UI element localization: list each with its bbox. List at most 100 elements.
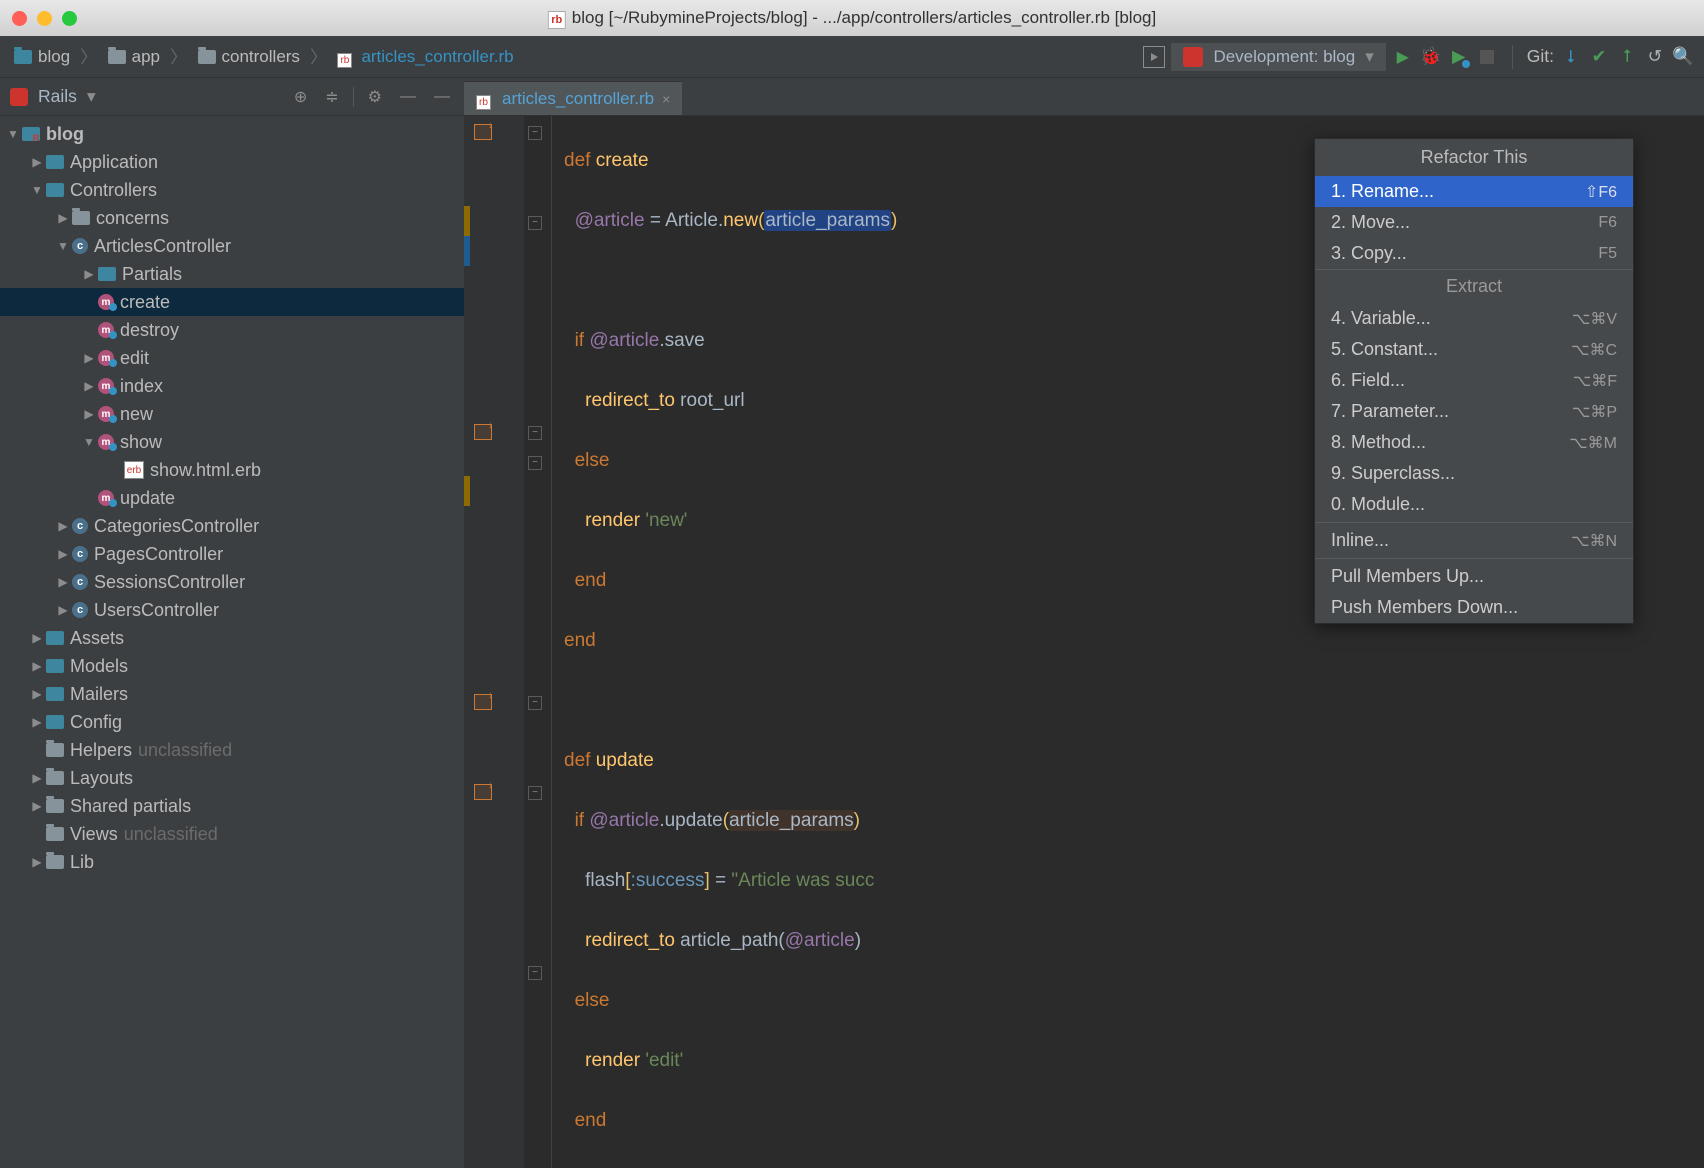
tree-method-edit[interactable]: ▶edit (0, 344, 464, 372)
fold-column[interactable] (524, 116, 552, 1168)
breadcrumb-file[interactable]: articles_controller.rb (333, 44, 517, 70)
tree-method-create[interactable]: create (0, 288, 464, 316)
tree-method-index[interactable]: ▶index (0, 372, 464, 400)
collapse-arrow-icon[interactable]: ▼ (54, 239, 72, 253)
minimize-window-button[interactable] (37, 11, 52, 26)
tree-models[interactable]: ▶Models (0, 652, 464, 680)
tree-config[interactable]: ▶Config (0, 708, 464, 736)
tree-articles-controller[interactable]: ▼cArticlesController (0, 232, 464, 260)
close-tab-button[interactable]: × (662, 91, 670, 107)
expand-arrow-icon[interactable]: ▶ (28, 631, 46, 645)
menu-item-rename[interactable]: 1. Rename...⇧F6 (1315, 176, 1633, 207)
tree-pages-controller[interactable]: ▶cPagesController (0, 540, 464, 568)
debug-button[interactable]: 🐞 (1420, 46, 1442, 68)
expand-arrow-icon[interactable]: ▶ (28, 771, 46, 785)
locate-button[interactable]: ⊕ (290, 83, 311, 111)
menu-item-module[interactable]: 0. Module... (1315, 489, 1633, 520)
expand-arrow-icon[interactable]: ▶ (54, 519, 72, 533)
fold-toggle-icon[interactable] (528, 216, 542, 230)
run-button[interactable]: ▶ (1392, 46, 1414, 68)
expand-arrow-icon[interactable]: ▶ (80, 267, 98, 281)
menu-item-field[interactable]: 6. Field...⌥⌘F (1315, 365, 1633, 396)
tree-file-show-erb[interactable]: erbshow.html.erb (0, 456, 464, 484)
override-gutter-icon[interactable] (474, 424, 492, 440)
breadcrumb-app[interactable]: app (104, 44, 164, 70)
override-gutter-icon[interactable] (474, 124, 492, 140)
tree-sessions-controller[interactable]: ▶cSessionsController (0, 568, 464, 596)
hide-button[interactable]: — (430, 84, 454, 110)
tree-controllers[interactable]: ▼Controllers (0, 176, 464, 204)
tree-method-new[interactable]: ▶new (0, 400, 464, 428)
tree-shared-partials[interactable]: ▶Shared partials (0, 792, 464, 820)
expand-arrow-icon[interactable]: ▶ (28, 155, 46, 169)
project-tree[interactable]: ▼Rblog ▶Application ▼Controllers ▶concer… (0, 116, 464, 1168)
tree-users-controller[interactable]: ▶cUsersController (0, 596, 464, 624)
tree-helpers[interactable]: Helpersunclassified (0, 736, 464, 764)
tree-mailers[interactable]: ▶Mailers (0, 680, 464, 708)
expand-arrow-icon[interactable]: ▶ (28, 855, 46, 869)
menu-item-superclass[interactable]: 9. Superclass... (1315, 458, 1633, 489)
coverage-button[interactable]: ▶ (1448, 46, 1470, 68)
zoom-window-button[interactable] (62, 11, 77, 26)
tree-root[interactable]: ▼Rblog (0, 120, 464, 148)
fold-toggle-icon[interactable] (528, 696, 542, 710)
tree-application[interactable]: ▶Application (0, 148, 464, 176)
editor-gutter[interactable] (464, 116, 524, 1168)
menu-item-parameter[interactable]: 7. Parameter...⌥⌘P (1315, 396, 1633, 427)
expand-arrow-icon[interactable]: ▶ (54, 575, 72, 589)
menu-item-method[interactable]: 8. Method...⌥⌘M (1315, 427, 1633, 458)
tree-lib[interactable]: ▶Lib (0, 848, 464, 876)
menu-item-copy[interactable]: 3. Copy...F5 (1315, 238, 1633, 269)
breadcrumb-controllers[interactable]: controllers (194, 44, 304, 70)
expand-arrow-icon[interactable]: ▶ (28, 799, 46, 813)
expand-arrow-icon[interactable]: ▶ (28, 659, 46, 673)
expand-arrow-icon[interactable]: ▶ (54, 211, 72, 225)
menu-item-move[interactable]: 2. Move...F6 (1315, 207, 1633, 238)
fold-toggle-icon[interactable] (528, 426, 542, 440)
menu-item-push-down[interactable]: Push Members Down... (1315, 592, 1633, 623)
tree-categories-controller[interactable]: ▶cCategoriesController (0, 512, 464, 540)
dropdown-arrow-icon[interactable]: ▾ (87, 86, 96, 107)
expand-arrow-icon[interactable]: ▶ (80, 407, 98, 421)
fold-toggle-icon[interactable] (528, 786, 542, 800)
tree-method-show[interactable]: ▼show (0, 428, 464, 456)
tree-concerns[interactable]: ▶concerns (0, 204, 464, 232)
menu-item-pull-up[interactable]: Pull Members Up... (1315, 561, 1633, 592)
expand-arrow-icon[interactable]: ▶ (54, 547, 72, 561)
expand-arrow-icon[interactable]: ▶ (80, 351, 98, 365)
search-everywhere-button[interactable]: 🔍 (1672, 46, 1694, 68)
collapse-arrow-icon[interactable]: ▼ (4, 127, 22, 141)
git-commit-button[interactable]: ✔ (1588, 46, 1610, 68)
sidebar-view-label[interactable]: Rails (38, 86, 77, 107)
fold-toggle-icon[interactable] (528, 966, 542, 980)
git-push-button[interactable]: ⭡ (1616, 46, 1638, 68)
override-gutter-icon[interactable] (474, 784, 492, 800)
fold-toggle-icon[interactable] (528, 456, 542, 470)
tree-method-destroy[interactable]: destroy (0, 316, 464, 344)
settings-button[interactable]: ⚙ (364, 83, 386, 111)
collapse-arrow-icon[interactable]: ▼ (80, 435, 98, 449)
fold-toggle-icon[interactable] (528, 126, 542, 140)
expand-all-button[interactable]: ≑ (321, 83, 342, 111)
tree-views[interactable]: Viewsunclassified (0, 820, 464, 848)
tree-assets[interactable]: ▶Assets (0, 624, 464, 652)
close-window-button[interactable] (12, 11, 27, 26)
expand-arrow-icon[interactable]: ▶ (28, 715, 46, 729)
breadcrumb-root[interactable]: blog (10, 44, 74, 70)
editor-tab[interactable]: articles_controller.rb × (464, 81, 682, 115)
tree-layouts[interactable]: ▶Layouts (0, 764, 464, 792)
menu-item-variable[interactable]: 4. Variable...⌥⌘V (1315, 303, 1633, 334)
git-history-button[interactable]: ↺ (1644, 46, 1666, 68)
tree-method-update[interactable]: update (0, 484, 464, 512)
git-pull-button[interactable]: ⭣ (1560, 46, 1582, 68)
override-gutter-icon[interactable] (474, 694, 492, 710)
expand-arrow-icon[interactable]: ▶ (54, 603, 72, 617)
stop-button[interactable] (1476, 46, 1498, 68)
collapse-arrow-icon[interactable]: ▼ (28, 183, 46, 197)
code-content[interactable]: def create @article = Article.new(articl… (552, 116, 992, 1168)
run-configuration-selector[interactable]: Development: blog ▾ (1171, 43, 1385, 71)
menu-item-constant[interactable]: 5. Constant...⌥⌘C (1315, 334, 1633, 365)
menu-item-inline[interactable]: Inline...⌥⌘N (1315, 525, 1633, 556)
minimize-button[interactable]: — (396, 84, 420, 110)
expand-arrow-icon[interactable]: ▶ (80, 379, 98, 393)
